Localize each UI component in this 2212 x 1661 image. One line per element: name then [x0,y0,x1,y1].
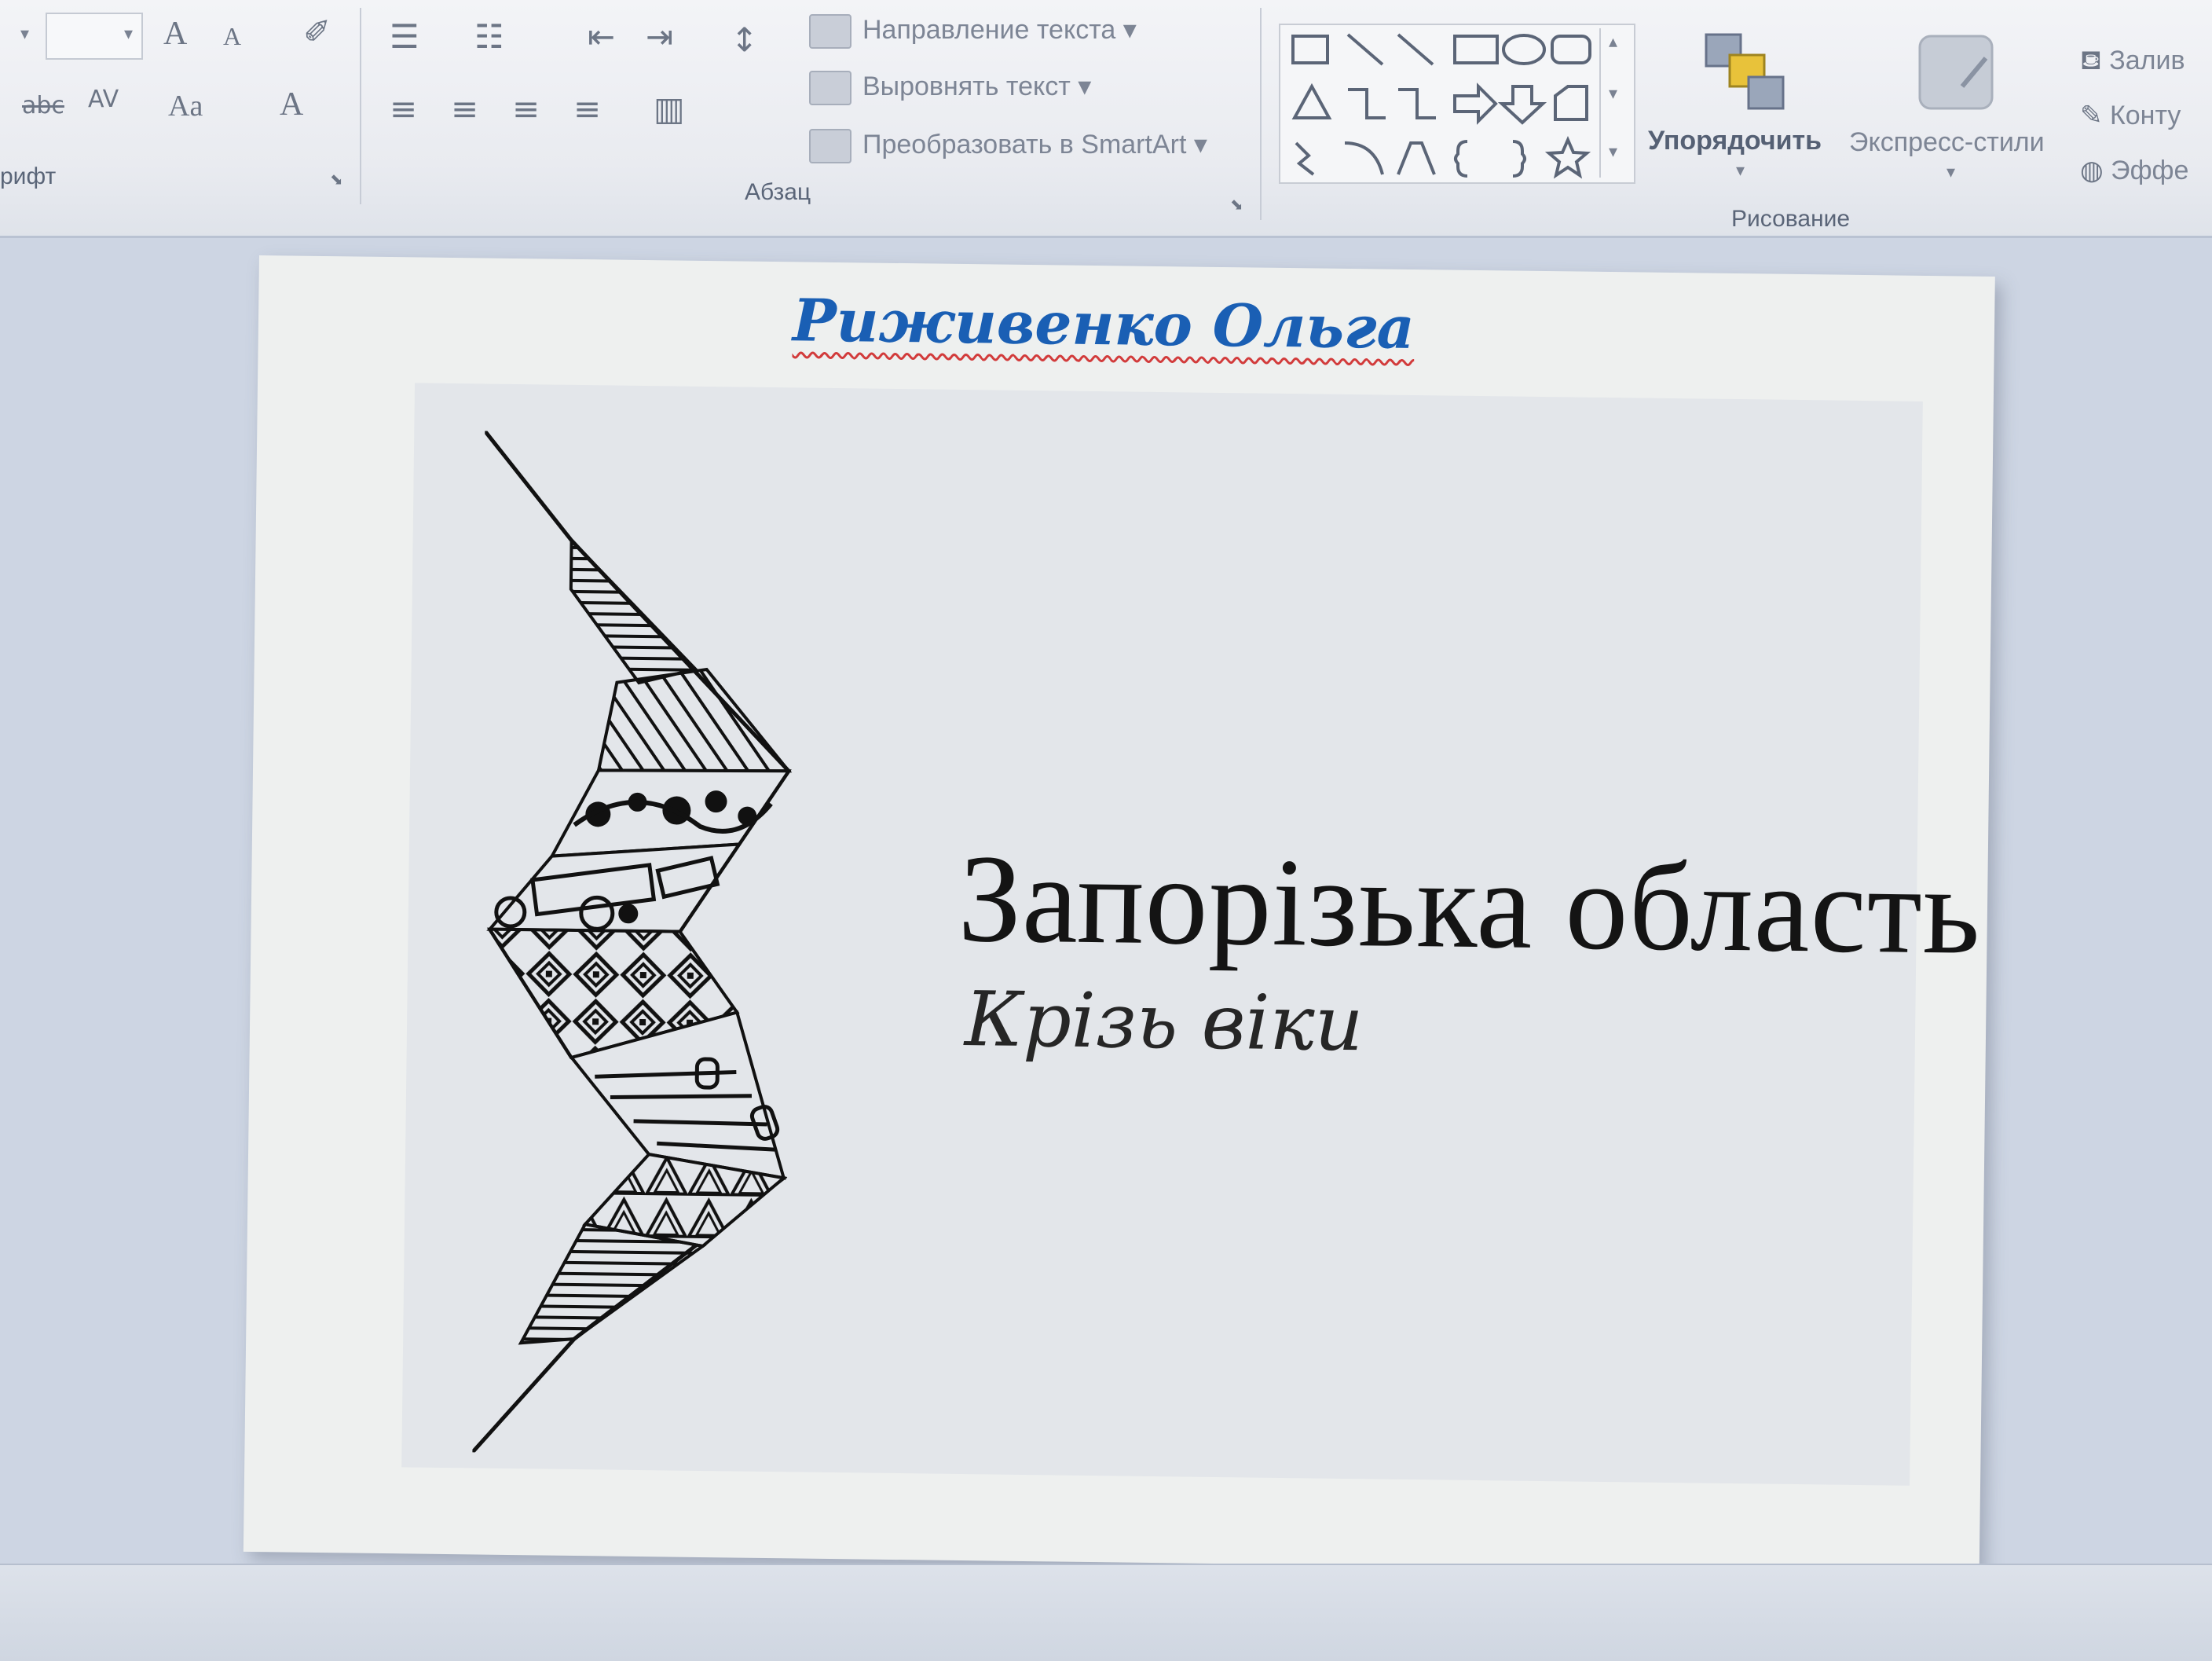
triangle-shape-icon [1291,82,1332,119]
emblem-band-hatch [569,536,699,685]
shape-fill-button[interactable]: ⛾ Залив [2080,46,2185,76]
shape-effects-button[interactable]: ◍ Эффе [2080,156,2188,186]
separator [1260,8,1262,220]
gallery-scroll-down-icon[interactable]: ▾ [1609,83,1617,104]
columns-icon[interactable]: ▥ [654,93,685,126]
convert-smartart-button[interactable]: Преобразовать в SmartArt ▾ [809,129,1207,164]
star-shape-icon [1544,136,1591,179]
align-right-icon[interactable]: ≡ [512,93,540,126]
pencil-icon: ✎ [2080,100,2103,131]
shapes-gallery[interactable] [1279,24,1635,184]
bullets-icon[interactable]: ☰ [390,20,419,53]
text-box-shape-icon [1291,35,1329,64]
gallery-scroll-up-icon[interactable]: ▴ [1609,31,1617,52]
rectangle-shape-icon [1453,35,1499,64]
author-name[interactable]: Риживенко Ольга [793,287,1415,362]
slide[interactable]: Риживенко Ольга Запорізька область Крізь… [243,255,1995,1573]
arrange-button[interactable]: Упорядочить [1648,126,1822,156]
font-color-icon[interactable]: A [280,88,303,121]
change-case-icon[interactable]: Aa [168,91,203,121]
arrange-dropdown-icon[interactable]: ▾ [1736,160,1745,181]
text-direction-label: Направление текста [862,15,1116,45]
paint-bucket-icon: ⛾ [2080,45,2102,76]
align-text-label: Выровнять текст [862,72,1071,101]
smartart-icon [809,129,851,164]
paragraph-group-label: Абзац [745,179,811,205]
shape-effects-label: Эффе [2111,156,2189,185]
emblem-band-diagonal [596,667,793,773]
quick-styles-dropdown-icon[interactable]: ▾ [1946,162,1955,182]
left-brace-shape-icon [1454,140,1468,178]
oval-shape-icon [1502,34,1546,65]
elbow-connector-icon [1348,88,1386,119]
numbering-icon[interactable]: ☷ [474,20,504,53]
font-name-dropdown-icon[interactable]: ▾ [20,24,29,44]
character-spacing-icon[interactable]: AV [88,88,119,112]
align-text-button[interactable]: Выровнять текст ▾ [809,71,1091,106]
drawing-group-label: Рисование [1731,206,1851,232]
shapes-gallery-icons [1291,33,1591,179]
clear-formatting-icon[interactable]: ✐ [303,16,331,49]
slide-title[interactable]: Запорізька область [958,826,1982,984]
decrease-indent-icon[interactable]: ⇤ [588,20,615,53]
freeform-shape-icon [1397,141,1436,175]
quick-styles-icon[interactable] [1915,31,2001,118]
grow-font-icon[interactable]: A [163,17,187,50]
shrink-font-icon[interactable]: A [223,24,241,49]
align-left-icon[interactable]: ≡ [390,93,417,126]
slide-subtitle[interactable]: Крізь віки [965,975,1364,1068]
arrange-icon[interactable] [1703,31,1789,118]
align-center-icon[interactable]: ≡ [451,93,478,126]
font-size-dropdown-icon[interactable]: ▾ [124,24,133,44]
font-dialog-launcher-icon[interactable]: ⬊ [330,171,343,187]
elbow-arrow-connector-icon [1398,88,1436,119]
effects-icon: ◍ [2080,155,2104,186]
shape-outline-label: Конту [2109,101,2181,130]
down-arrow-shape-icon [1497,85,1547,125]
gallery-scrollbar[interactable]: ▴ ▾ ▾ [1599,28,1631,178]
justify-icon[interactable]: ≡ [573,93,601,126]
curved-connector-icon [1295,141,1315,176]
font-group-label: рифт [0,163,57,189]
line-spacing-icon[interactable]: ↕ [731,24,758,57]
increase-indent-icon[interactable]: ⇥ [646,20,673,53]
quick-styles-button[interactable]: Экспресс-стили [1849,127,2045,158]
right-brace-shape-icon [1512,140,1526,178]
arc-shape-icon [1344,141,1384,175]
ribbon: ▾ ▾ A A ✐ abc AV Aa A рифт ⬊ ☰ ☷ ⇤ ⇥ ↕ ≡… [0,0,2212,238]
text-direction-icon [809,14,851,50]
ornament-emblem [472,431,793,1454]
emblem-band-hatch-lower [518,1222,707,1345]
align-text-icon [809,71,851,106]
right-arrow-shape-icon [1453,82,1498,125]
gallery-more-icon[interactable]: ▾ [1609,141,1617,162]
shape-fill-label: Залив [2109,46,2185,75]
status-bar [0,1564,2212,1661]
strikethrough-icon[interactable]: abc [22,94,64,118]
paragraph-dialog-launcher-icon[interactable]: ⬊ [1230,196,1243,212]
convert-smartart-label: Преобразовать в SmartArt [862,130,1187,160]
rounded-rectangle-shape-icon [1551,35,1591,64]
separator [360,8,361,204]
text-direction-button[interactable]: Направление текста ▾ [809,14,1137,50]
arrow-line-shape-icon [1397,33,1434,66]
shape-outline-button[interactable]: ✎ Конту [2080,101,2181,131]
title-picture[interactable]: Запорізька область Крізь віки [401,383,1982,1486]
line-shape-icon [1346,33,1384,66]
snip-rectangle-shape-icon [1554,85,1588,121]
